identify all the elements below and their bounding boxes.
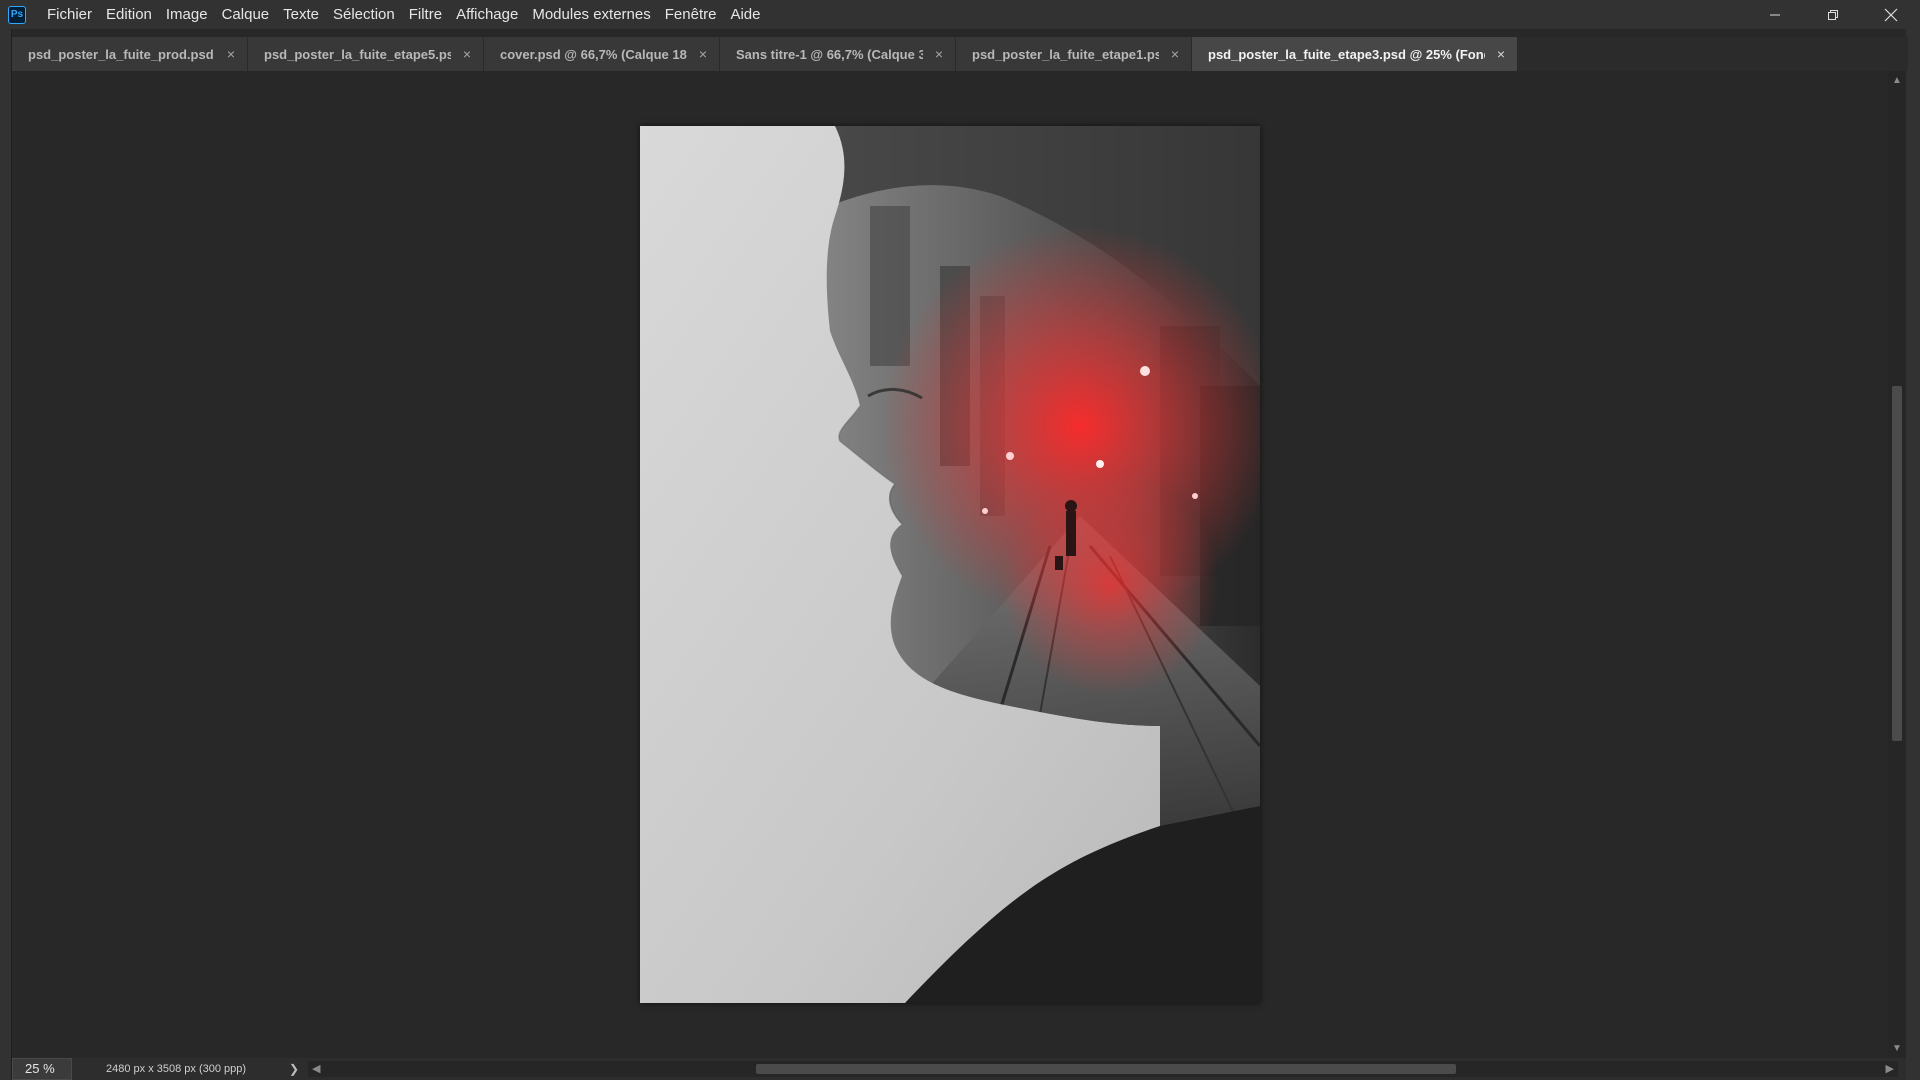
- scroll-up-icon[interactable]: ▲: [1892, 75, 1902, 86]
- tab-label: psd_poster_la_fuite_etape3.psd @ 25% (Fo…: [1208, 46, 1485, 62]
- menu-fichier[interactable]: Fichier: [40, 0, 99, 29]
- tab-close-icon[interactable]: ×: [1171, 46, 1179, 62]
- menu-filtre[interactable]: Filtre: [402, 0, 449, 29]
- right-panel-edge: [1906, 29, 1920, 1080]
- menu-modules-externes[interactable]: Modules externes: [525, 0, 657, 29]
- zoom-level-field[interactable]: 25 %: [12, 1058, 72, 1080]
- photoshop-logo-icon[interactable]: Ps: [8, 5, 26, 24]
- document-tab[interactable]: cover.psd @ 66,7% (Calque 18 copi... ×: [484, 37, 720, 71]
- tab-label: psd_poster_la_fuite_prod.psd @ 25...: [28, 46, 215, 62]
- scroll-down-icon[interactable]: ▼: [1892, 1043, 1902, 1054]
- document-tab[interactable]: psd_poster_la_fuite_prod.psd @ 25... ×: [12, 37, 248, 71]
- tab-close-icon[interactable]: ×: [935, 46, 943, 62]
- status-menu-arrow-icon[interactable]: ❯: [286, 1062, 302, 1076]
- restore-button[interactable]: [1804, 0, 1862, 29]
- scroll-right-icon[interactable]: ▶: [1886, 1061, 1894, 1077]
- document-canvas[interactable]: [640, 126, 1260, 1003]
- horizontal-scroll-thumb[interactable]: [756, 1064, 1456, 1074]
- document-tab[interactable]: Sans titre-1 @ 66,7% (Calque 3, RV... ×: [720, 37, 956, 71]
- minimize-button[interactable]: [1746, 0, 1804, 29]
- document-tab[interactable]: psd_poster_la_fuite_etape5.psd @ 1... ×: [248, 37, 484, 71]
- menu-bar: Ps Fichier Edition Image Calque Texte Sé…: [0, 0, 1920, 29]
- menu-selection[interactable]: Sélection: [326, 0, 402, 29]
- restore-icon: [1828, 9, 1838, 20]
- tab-close-icon[interactable]: ×: [1497, 46, 1505, 62]
- tab-label: psd_poster_la_fuite_etape1.psd @ 2...: [972, 46, 1159, 62]
- tab-label: psd_poster_la_fuite_etape5.psd @ 1...: [264, 46, 451, 62]
- window-controls: [1746, 0, 1920, 29]
- close-window-button[interactable]: [1862, 0, 1920, 29]
- tab-label: Sans titre-1 @ 66,7% (Calque 3, RV...: [736, 46, 923, 62]
- document-tab[interactable]: psd_poster_la_fuite_etape1.psd @ 2... ×: [956, 37, 1192, 71]
- vertical-scroll-thumb[interactable]: [1892, 386, 1902, 741]
- tab-close-icon[interactable]: ×: [699, 46, 707, 62]
- horizontal-scrollbar[interactable]: ◀ ▶: [308, 1061, 1898, 1077]
- document-tab-active[interactable]: psd_poster_la_fuite_etape3.psd @ 25% (Fo…: [1192, 37, 1518, 71]
- menu-image[interactable]: Image: [159, 0, 215, 29]
- vertical-scrollbar[interactable]: ▲ ▼: [1888, 71, 1906, 1058]
- close-icon: [1884, 8, 1898, 21]
- left-panel-edge: [0, 29, 12, 1080]
- scroll-left-icon[interactable]: ◀: [312, 1061, 320, 1077]
- tab-close-icon[interactable]: ×: [463, 46, 471, 62]
- menu-aide[interactable]: Aide: [723, 0, 767, 29]
- menu-calque[interactable]: Calque: [215, 0, 277, 29]
- menu-affichage[interactable]: Affichage: [449, 0, 525, 29]
- menu-edition[interactable]: Edition: [99, 0, 159, 29]
- document-info: 2480 px x 3508 px (300 ppp): [106, 1063, 247, 1075]
- menu-texte[interactable]: Texte: [276, 0, 326, 29]
- minimize-icon: [1770, 14, 1780, 15]
- menu-fenetre[interactable]: Fenêtre: [658, 0, 724, 29]
- tab-label: cover.psd @ 66,7% (Calque 18 copi...: [500, 46, 687, 62]
- poster-image: [640, 126, 1260, 1003]
- status-bar: 25 % 2480 px x 3508 px (300 ppp) ❯ ◀ ▶: [12, 1058, 1906, 1080]
- document-tab-bar: psd_poster_la_fuite_prod.psd @ 25... × p…: [12, 37, 1908, 71]
- tab-close-icon[interactable]: ×: [227, 46, 235, 62]
